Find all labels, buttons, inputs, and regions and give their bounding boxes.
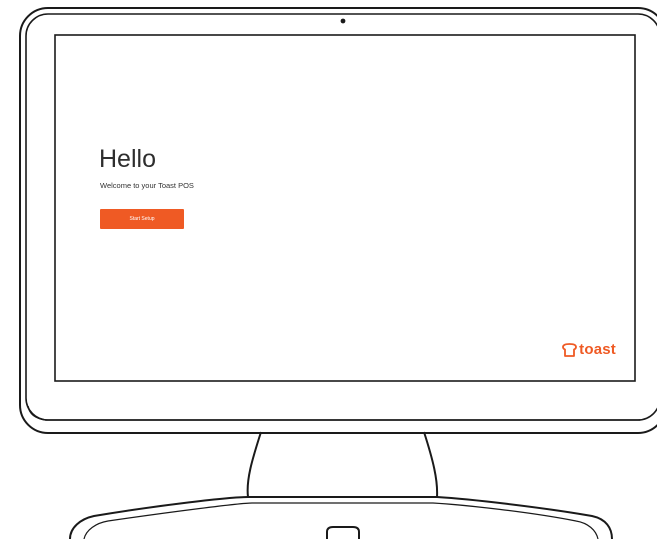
start-setup-button[interactable]: Start Setup [100,209,184,229]
welcome-subtitle: Welcome to your Toast POS [100,181,194,190]
camera-dot-icon [340,18,346,24]
device-chin-line [27,405,640,421]
stand-notch [326,526,360,539]
stand-neck [246,431,439,498]
stand-base-inner [83,502,599,539]
pos-screen: Hello Welcome to your Toast POS Start Se… [56,36,634,380]
toast-logo: toast [562,342,616,357]
brand-name: toast [579,341,616,358]
greeting-heading: Hello [99,145,156,173]
toast-bread-icon [562,342,578,357]
